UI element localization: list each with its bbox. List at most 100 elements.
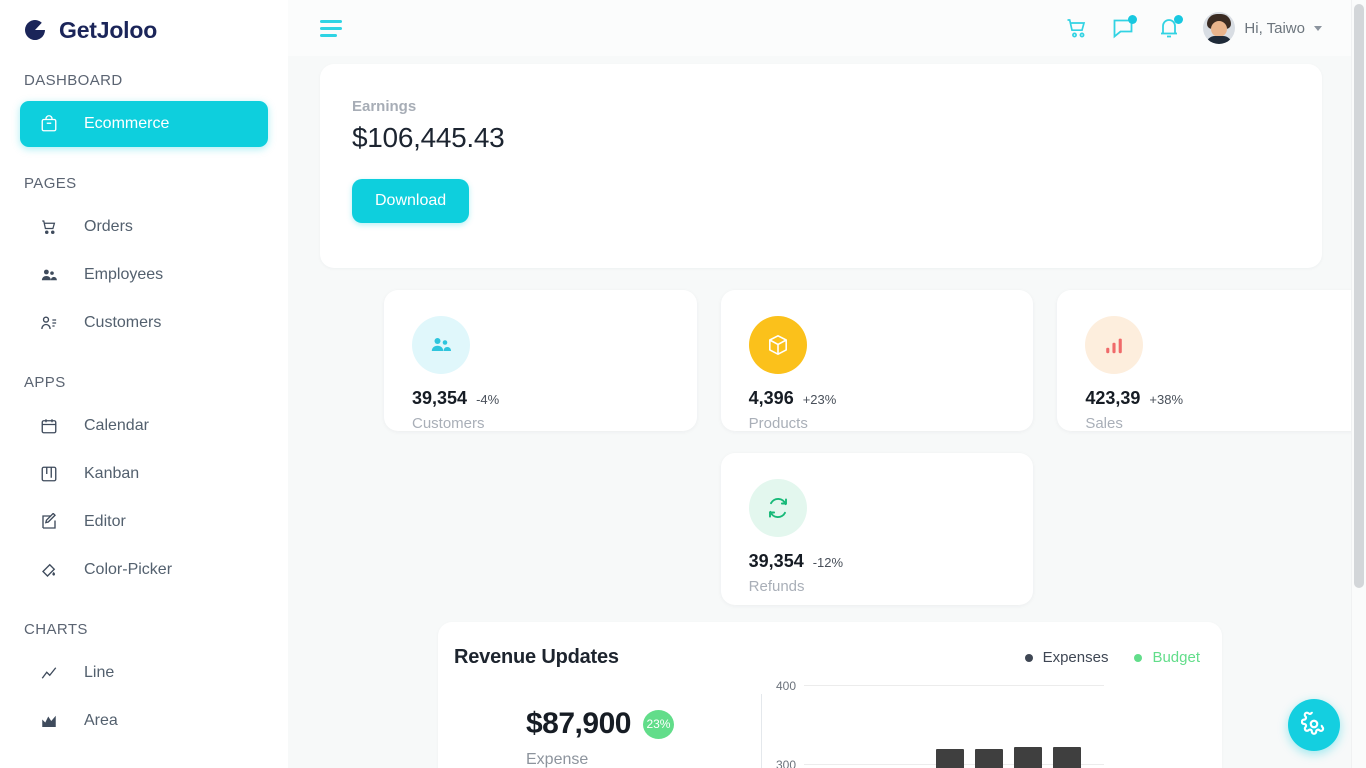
sidebar-section-pages: PAGES	[24, 175, 77, 192]
stat-delta: +38%	[1149, 392, 1184, 407]
stat-card-customers[interactable]: 39,354 -4% Customers	[384, 290, 697, 432]
legend-label: Expenses	[1042, 649, 1109, 666]
stat-value: 4,396	[748, 388, 794, 408]
sidebar-item-customers[interactable]: Customers	[20, 300, 268, 346]
stat-card-sales[interactable]: 423,39 +38% Sales	[1057, 290, 1366, 432]
sidebar-section-apps: APPS	[24, 374, 66, 391]
sidebar-item-label: Employees	[84, 266, 164, 283]
sidebar-item-orders[interactable]: Orders	[20, 204, 268, 250]
area-chart-icon	[40, 712, 58, 730]
color-droplet-icon	[40, 561, 58, 579]
stat-label: Customers	[412, 415, 485, 432]
stat-delta: +23%	[802, 392, 837, 407]
chart-legend: Expenses Budget	[1024, 649, 1200, 666]
sidebar-item-color-picker[interactable]: Color-Picker	[20, 547, 268, 593]
gridline-400	[804, 685, 1104, 686]
legend-dot-expenses	[1024, 653, 1033, 662]
refresh-refund-icon	[748, 479, 807, 537]
refunds-row: 39,354 -12% Refunds	[384, 453, 1366, 605]
chat-badge	[1128, 15, 1138, 24]
stat-delta: -4%	[476, 392, 500, 407]
user-menu[interactable]: Hi, Taiwo	[1203, 12, 1322, 44]
earnings-label: Earnings	[352, 98, 417, 115]
sidebar-item-label: Editor	[84, 513, 126, 530]
chat-bubble-icon[interactable]	[1111, 15, 1138, 40]
stat-label: Sales	[1085, 415, 1123, 432]
scrollbar-thumb[interactable]	[1354, 4, 1364, 588]
stat-card-products[interactable]: 4,396 +23% Products	[720, 290, 1034, 432]
expense-summary: $87,900 23% Expense	[454, 694, 762, 768]
sidebar-item-label: Customers	[84, 314, 162, 331]
avatar	[1203, 12, 1236, 44]
kanban-board-icon	[40, 465, 58, 483]
bar-c3	[1014, 747, 1042, 768]
pencil-square-icon	[40, 513, 58, 531]
stat-value: 39,354	[748, 551, 804, 571]
app-root: GetJoloo DASHBOARD Ecommerce PAGES Order…	[0, 0, 1366, 768]
legend-item-budget[interactable]: Budget	[1134, 649, 1200, 666]
calendar-icon	[40, 417, 58, 435]
revenue-bar-chart: 400 300	[762, 679, 1200, 768]
bar-c1	[936, 749, 964, 768]
shopping-cart-icon	[40, 218, 58, 236]
topbar: Hi, Taiwo	[288, 0, 1366, 56]
sidebar-item-label: Line	[84, 664, 115, 681]
product-box-icon	[748, 316, 807, 374]
people-group-icon	[40, 266, 58, 284]
sidebar-item-label: Orders	[84, 218, 133, 235]
bar-c2	[975, 749, 1003, 768]
notification-badge	[1174, 15, 1184, 24]
sidebar-item-editor[interactable]: Editor	[20, 499, 268, 545]
sidebar-item-line[interactable]: Line	[20, 650, 268, 696]
y-tick-400: 400	[775, 679, 796, 693]
gear-icon	[1300, 710, 1327, 740]
stat-value: 423,39	[1085, 388, 1141, 408]
sidebar-item-label: Calendar	[84, 417, 149, 434]
getjoloo-logo-icon	[22, 17, 48, 43]
expense-value: $87,900	[526, 707, 631, 740]
expense-change-badge: 23%	[642, 709, 674, 739]
stat-label: Products	[748, 415, 808, 432]
sidebar: GetJoloo DASHBOARD Ecommerce PAGES Order…	[0, 0, 288, 768]
legend-dot-budget	[1134, 653, 1143, 662]
stat-card-refunds[interactable]: 39,354 -12% Refunds	[720, 453, 1034, 605]
y-tick-300: 300	[775, 758, 796, 768]
shopping-cart-icon[interactable]	[1065, 16, 1089, 40]
content-scroll: Earnings $106,445.43 Download 39,354 -4%…	[288, 64, 1366, 768]
stat-value: 39,354	[412, 388, 468, 408]
topbar-actions: Hi, Taiwo	[1065, 12, 1322, 44]
customers-people-icon	[412, 316, 470, 374]
stat-label: Refunds	[748, 578, 805, 595]
main-area: Hi, Taiwo Earnings $106,445.43 Download	[288, 0, 1366, 768]
earnings-value: $106,445.43	[352, 122, 505, 153]
sidebar-section-charts: CHARTS	[24, 621, 88, 638]
sidebar-section-dashboard: DASHBOARD	[24, 72, 123, 89]
hamburger-menu-icon[interactable]	[320, 19, 342, 37]
sidebar-item-ecommerce[interactable]: Ecommerce	[20, 101, 268, 147]
shopping-bag-icon	[40, 115, 58, 133]
sidebar-item-calendar[interactable]: Calendar	[20, 403, 268, 449]
sidebar-item-employees[interactable]: Employees	[20, 252, 268, 298]
sidebar-item-kanban[interactable]: Kanban	[20, 451, 268, 497]
revenue-header: Revenue Updates Expenses Budget	[454, 646, 1200, 669]
sidebar-item-label: Color-Picker	[84, 561, 173, 578]
chevron-down-icon	[1314, 25, 1322, 31]
revenue-body: $87,900 23% Expense 400 300	[454, 679, 1200, 768]
legend-item-expenses[interactable]: Expenses	[1024, 649, 1109, 666]
brand-logo[interactable]: GetJoloo	[0, 0, 288, 46]
settings-fab-button[interactable]	[1288, 699, 1340, 751]
earnings-card: Earnings $106,445.43 Download	[320, 64, 1322, 268]
sidebar-item-label: Area	[84, 712, 118, 729]
legend-label: Budget	[1152, 649, 1200, 666]
bell-icon[interactable]	[1157, 15, 1184, 40]
person-list-icon	[40, 314, 58, 332]
revenue-updates-card: Revenue Updates Expenses Budget $87,900 …	[438, 622, 1222, 768]
bar-c4	[1053, 747, 1081, 768]
stat-delta: -12%	[812, 555, 844, 570]
revenue-title: Revenue Updates	[454, 646, 619, 668]
download-button[interactable]: Download	[352, 179, 470, 223]
sidebar-item-label: Kanban	[84, 465, 140, 482]
sidebar-item-area[interactable]: Area	[20, 698, 268, 744]
sidebar-item-label: Ecommerce	[84, 115, 170, 132]
scrollbar-track[interactable]	[1351, 0, 1366, 768]
